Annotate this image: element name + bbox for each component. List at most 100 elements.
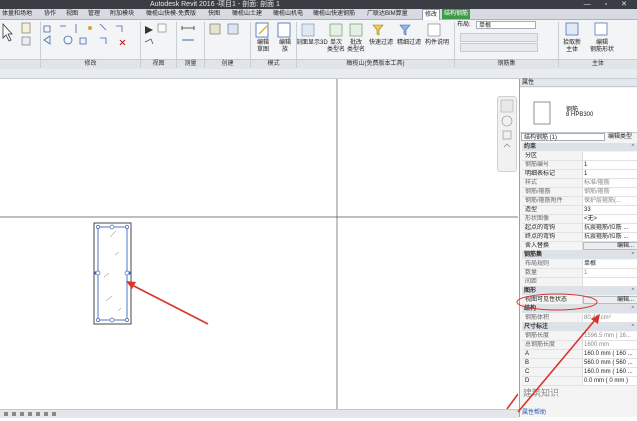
- tab-ganlanshan-rebar[interactable]: 橄榄山快速钢筋: [313, 9, 355, 19]
- property-row[interactable]: 布局规则 单根: [522, 260, 637, 269]
- tab-kuaitu[interactable]: 快图: [208, 9, 220, 19]
- property-group-header[interactable]: 约束: [522, 143, 637, 151]
- tab-massing[interactable]: 体量和场地: [2, 9, 32, 19]
- batch-typename-button[interactable]: 批改 类型名: [346, 40, 366, 54]
- panel-title-modify: 修改: [41, 59, 140, 69]
- spacing-field[interactable]: [460, 43, 538, 52]
- property-row[interactable]: 终点的弯钩 抗震箍筋/拉筋 ...: [522, 233, 637, 242]
- property-value[interactable]: 标准/箍筋: [582, 179, 637, 187]
- highlight-ellipse: [516, 293, 598, 311]
- property-value[interactable]: 保护层箍筋(...: [582, 197, 637, 205]
- tab-modify[interactable]: 修改: [422, 9, 441, 20]
- section-view-drawing: [0, 79, 518, 409]
- quick-filter-icon: [372, 24, 384, 36]
- create-similar-icon: [209, 23, 221, 35]
- annotation-overlay: [516, 293, 600, 413]
- edit-sketch-icon: [255, 22, 269, 38]
- property-row[interactable]: 样式 标准/箍筋: [522, 179, 637, 188]
- property-value[interactable]: 1: [582, 170, 637, 178]
- properties-title: 属性: [520, 79, 637, 87]
- batch-typename-icon: [349, 23, 363, 37]
- panel-title-mode: 模式: [251, 59, 296, 69]
- property-value[interactable]: 编辑...: [582, 242, 637, 250]
- tab-view[interactable]: 视图: [66, 9, 78, 19]
- stirrup-grips: [95, 224, 130, 323]
- property-row[interactable]: 分区: [522, 152, 637, 161]
- copy-icon: [21, 36, 31, 46]
- window-controls[interactable]: — ▫ ✕: [584, 0, 633, 9]
- panel-title-view: 视图: [141, 59, 176, 69]
- property-value[interactable]: 单根: [582, 260, 637, 268]
- property-row[interactable]: 钢筋/箍筋 钢筋/箍筋: [522, 188, 637, 197]
- tab-manage[interactable]: 管理: [88, 9, 100, 19]
- property-row[interactable]: 钢筋/箍筋附件 保护层箍筋(...: [522, 197, 637, 206]
- property-edit-button[interactable]: 编辑...: [583, 242, 637, 250]
- tab-addins[interactable]: 附加模块: [110, 9, 134, 19]
- property-row[interactable]: 起点的弯钩 抗震箍筋/拉筋 ...: [522, 224, 637, 233]
- property-value[interactable]: [582, 152, 637, 160]
- single-typename-button[interactable]: 单次 类型名: [326, 40, 346, 54]
- property-value[interactable]: 33: [582, 206, 637, 214]
- navigation-bar[interactable]: [497, 96, 517, 172]
- layout-label: 布局:: [457, 22, 471, 28]
- tab-structural-rebar[interactable]: 结构钢筋: [442, 9, 471, 19]
- navigation-wheel-icons: [500, 99, 514, 148]
- fine-filter-icon: [399, 24, 411, 36]
- property-value[interactable]: 钢筋/箍筋: [582, 188, 637, 196]
- property-value[interactable]: <无>: [582, 215, 637, 223]
- component-note-icon: [427, 23, 441, 37]
- tab-ganlanshan-free[interactable]: 橄榄山快模-免费版: [146, 9, 196, 19]
- concrete-hatch: [103, 230, 122, 312]
- align-icon: [43, 25, 51, 33]
- property-row[interactable]: 明细表标记 1: [522, 170, 637, 179]
- hide-element-icon: [145, 26, 153, 34]
- property-key: 分区: [525, 153, 538, 159]
- property-value[interactable]: 抗震箍筋/拉筋 ...: [582, 224, 637, 232]
- panel-title-host: 主体: [559, 59, 637, 69]
- property-row[interactable]: 舍入替换 编辑...: [522, 242, 637, 251]
- quick-filter-button[interactable]: 快速过滤: [367, 40, 395, 47]
- quantity-field[interactable]: [460, 33, 538, 42]
- tab-collaborate[interactable]: 协作: [44, 9, 56, 19]
- property-key: 数量: [525, 270, 538, 276]
- scale-icon: [116, 25, 123, 32]
- edit-type-button[interactable]: 编辑类型: [608, 133, 637, 141]
- annotation-arrow-to-edit: [517, 319, 596, 413]
- edit-sketch-button[interactable]: 编辑 草图: [253, 40, 273, 54]
- override-graphics-icon: [157, 23, 167, 33]
- property-row[interactable]: 形状图像 <无>: [522, 215, 637, 224]
- property-key: 起点的弯钩: [525, 225, 556, 231]
- property-value[interactable]: [582, 278, 637, 286]
- edit-family-button[interactable]: 编辑 族: [275, 40, 295, 54]
- single-typename-icon: [329, 23, 343, 37]
- property-value[interactable]: 1: [582, 161, 637, 169]
- rotate-icon: [63, 35, 73, 45]
- property-key: 布局规则: [525, 261, 550, 267]
- linework-icon: [144, 38, 154, 45]
- property-group-header[interactable]: 钢筋集: [522, 251, 637, 259]
- property-row[interactable]: 数量 1: [522, 269, 637, 278]
- pin-icon: [88, 26, 92, 30]
- tab-ganlanshan-mep[interactable]: 橄榄山机电: [273, 9, 303, 19]
- edit-rebar-shape-button[interactable]: 编辑 钢筋形状: [589, 40, 615, 54]
- layout-dropdown[interactable]: 单根: [476, 21, 536, 29]
- fine-filter-button[interactable]: 精细过滤: [395, 40, 423, 47]
- property-value[interactable]: 抗震箍筋/拉筋 ...: [582, 233, 637, 241]
- measure-icon: [181, 26, 195, 30]
- edit-rebar-shape-icon: [594, 22, 608, 36]
- property-row[interactable]: 钢筋编号 1: [522, 161, 637, 170]
- section-3d-icon: [301, 23, 315, 37]
- instance-selector[interactable]: 结构钢筋 (1): [521, 133, 605, 141]
- tab-ganlanshan-civil[interactable]: 橄榄山土建: [232, 9, 262, 19]
- section-3d-button[interactable]: 剖面显示3D: [296, 40, 328, 47]
- pick-host-button[interactable]: 拾取新 主体: [562, 40, 582, 54]
- property-key: 间距: [525, 279, 538, 285]
- property-row[interactable]: 造型 33: [522, 206, 637, 215]
- clipboard-icon: [21, 22, 31, 34]
- property-key: 钢筋/箍筋附件: [525, 198, 563, 204]
- panel-title-create: 创建: [205, 59, 250, 69]
- property-row[interactable]: 间距: [522, 278, 637, 287]
- property-value[interactable]: 1: [582, 269, 637, 277]
- tab-glodon-bim[interactable]: 广联达BIM算量: [367, 9, 408, 19]
- component-note-button[interactable]: 构件说明: [423, 40, 451, 47]
